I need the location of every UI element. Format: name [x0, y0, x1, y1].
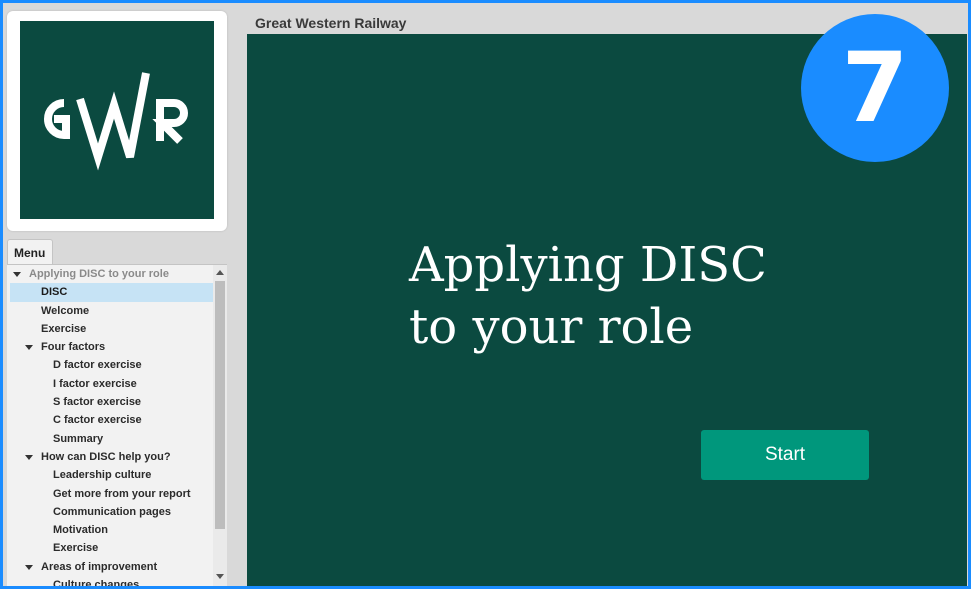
menu-item-label: Motivation — [53, 524, 108, 537]
menu-item[interactable]: Applying DISC to your role — [7, 265, 213, 283]
gwr-logo-mark — [44, 72, 188, 171]
menu-item-label: Summary — [53, 432, 104, 445]
app-frame: Menu Applying DISC to your role DISC Welco… — [3, 3, 968, 586]
menu-item-label: Exercise — [53, 542, 99, 555]
menu-item-label: D factor exercise — [53, 359, 142, 372]
menu-list: Applying DISC to your role DISC Welcome Exe… — [7, 265, 213, 586]
menu-item-label: Areas of improvement — [41, 560, 158, 573]
menu-item[interactable]: Welcome — [7, 302, 213, 320]
menu-item[interactable]: I factor exercise — [7, 375, 213, 393]
menu-item[interactable]: Four factors — [7, 338, 213, 356]
menu-item-label: How can DISC help you? — [41, 450, 171, 463]
caret-down-icon[interactable] — [25, 345, 33, 351]
caret-down-icon[interactable] — [25, 564, 33, 570]
menu-item[interactable]: Get more from your report — [7, 485, 213, 503]
menu-item-label: Communication pages — [53, 505, 171, 518]
gwr-logo — [20, 21, 214, 219]
menu-item-label: S factor exercise — [53, 396, 142, 409]
menu-item[interactable]: Exercise — [7, 539, 213, 557]
scroll-thumb[interactable] — [215, 281, 225, 529]
menu-item-label: Welcome — [41, 304, 90, 317]
menu-item-label: Get more from your report — [53, 487, 191, 500]
menu-panel: Applying DISC to your role DISC Welcome Exe… — [7, 264, 227, 586]
scroll-up-arrow-icon[interactable] — [216, 270, 224, 275]
menu-item[interactable]: S factor exercise — [7, 393, 213, 411]
caret-down-icon[interactable] — [13, 272, 21, 277]
slide-title-line-2: to your role — [409, 299, 694, 355]
menu-item-label: Culture changes — [53, 579, 140, 586]
slide-title: Applying DISC to your role — [409, 234, 829, 358]
menu-scrollbar[interactable] — [213, 265, 227, 586]
sidebar: Menu Applying DISC to your role DISC Welco… — [3, 3, 235, 586]
start-button[interactable]: Start — [701, 430, 869, 480]
menu-item-label: C factor exercise — [53, 414, 142, 427]
step-number-badge: 7 — [801, 14, 949, 162]
menu-item[interactable]: How can DISC help you? — [7, 448, 213, 466]
menu-item-label: I factor exercise — [53, 377, 137, 390]
caret-down-icon[interactable] — [25, 454, 33, 460]
menu-item[interactable]: Areas of improvement — [7, 558, 213, 576]
menu-item-label: Leadership culture — [53, 469, 152, 482]
menu-item[interactable]: Motivation — [7, 521, 213, 539]
menu-item[interactable]: Culture changes — [7, 576, 213, 586]
slide-title-line-1: Applying DISC — [409, 237, 767, 293]
menu-item[interactable]: Summary — [7, 430, 213, 448]
menu-item-label: DISC — [41, 286, 68, 299]
menu-item[interactable]: Exercise — [7, 320, 213, 338]
menu-item[interactable]: Communication pages — [7, 503, 213, 521]
menu-item-label: Four factors — [41, 341, 106, 354]
scroll-down-arrow-icon[interactable] — [216, 574, 224, 579]
menu-item[interactable]: C factor exercise — [7, 411, 213, 429]
menu-item[interactable]: DISC — [10, 283, 213, 302]
menu-item-label: Applying DISC to your role — [29, 268, 169, 280]
logo-card — [7, 11, 227, 231]
menu-tab[interactable]: Menu — [7, 239, 53, 264]
menu-item[interactable]: Leadership culture — [7, 466, 213, 484]
menu-item-label: Exercise — [41, 322, 87, 335]
menu-item[interactable]: D factor exercise — [7, 356, 213, 374]
